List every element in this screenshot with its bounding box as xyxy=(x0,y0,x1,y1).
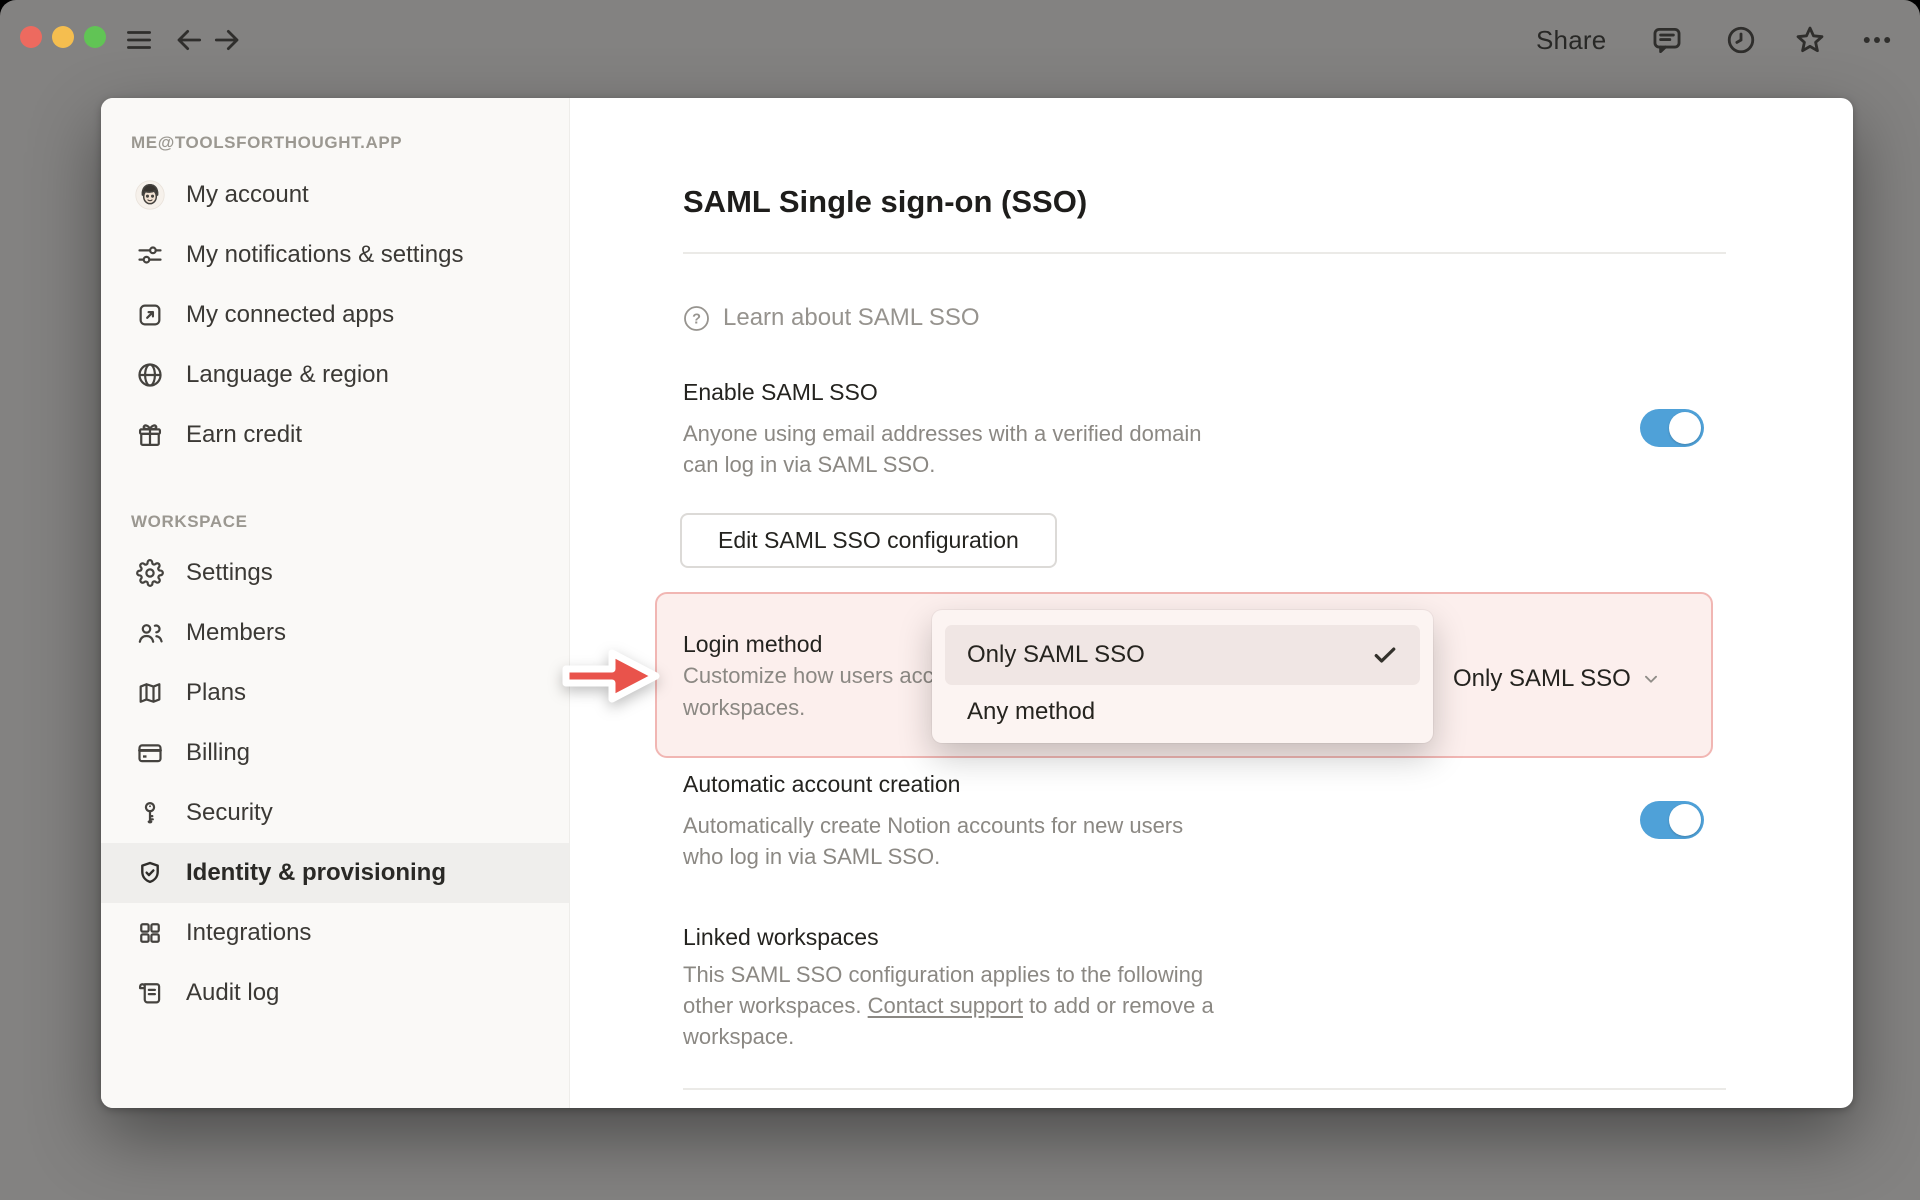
dropdown-option-any-method[interactable]: Any method xyxy=(945,686,1420,738)
sidebar-item-label: My account xyxy=(186,181,309,208)
sidebar-item-label: Billing xyxy=(186,739,251,766)
sliders-icon xyxy=(135,240,165,270)
check-icon xyxy=(1374,647,1396,663)
bottom-divider xyxy=(683,1088,1726,1090)
settings-window: ME@TOOLSFORTHOUGHT.APP My account My not… xyxy=(101,98,1853,1108)
auto-account-title: Automatic account creation xyxy=(683,771,961,797)
share-button[interactable]: Share xyxy=(1536,25,1606,56)
sidebar-item-label: Security xyxy=(186,799,273,826)
settings-sidebar: ME@TOOLSFORTHOUGHT.APP My account My not… xyxy=(101,98,570,1108)
login-method-select[interactable]: Only SAML SSO xyxy=(1453,664,1662,694)
sidebar-item-my-account[interactable]: My account xyxy=(101,165,569,225)
annotation-arrow-icon xyxy=(559,642,663,715)
desktop-background: Share ME@TOOLSFORTHOUGHT.APP My account xyxy=(0,0,1920,1200)
gift-icon xyxy=(135,420,165,450)
hamburger-menu-icon[interactable] xyxy=(122,23,156,57)
chevron-down-icon xyxy=(1644,675,1657,683)
sidebar-item-settings[interactable]: Settings xyxy=(101,543,569,603)
sidebar-item-label: Language & region xyxy=(186,361,389,388)
option-label: Only SAML SSO xyxy=(967,641,1145,668)
sidebar-item-label: Earn credit xyxy=(186,421,303,448)
comments-icon[interactable] xyxy=(1650,23,1684,57)
account-email-header: ME@TOOLSFORTHOUGHT.APP xyxy=(131,133,403,152)
login-method-dropdown-menu: Only SAML SSO Any method xyxy=(932,610,1433,743)
learn-link-label: Learn about SAML SSO xyxy=(723,304,980,331)
page-title: SAML Single sign-on (SSO) xyxy=(683,184,1088,219)
enable-sso-title: Enable SAML SSO xyxy=(683,379,878,405)
sidebar-item-notifications-settings[interactable]: My notifications & settings xyxy=(101,225,569,285)
learn-about-saml-link[interactable]: ? Learn about SAML SSO xyxy=(683,302,980,334)
forward-arrow-icon[interactable] xyxy=(210,23,244,57)
sidebar-item-members[interactable]: Members xyxy=(101,603,569,663)
grid-icon xyxy=(135,918,165,948)
login-method-title: Login method xyxy=(683,631,823,657)
sidebar-item-label: Identity & provisioning xyxy=(186,859,447,886)
map-icon xyxy=(135,678,165,708)
close-window-button[interactable] xyxy=(20,26,42,48)
auto-account-description: Automatically create Notion accounts for… xyxy=(683,813,1184,869)
linked-workspaces-description: This SAML SSO configuration applies to t… xyxy=(683,959,1243,1052)
sidebar-item-audit-log[interactable]: Audit log xyxy=(101,963,569,1023)
sidebar-item-label: My connected apps xyxy=(186,301,395,328)
globe-icon xyxy=(135,360,165,390)
key-icon xyxy=(135,798,165,828)
login-method-selected-value: Only SAML SSO xyxy=(1453,665,1631,692)
minimize-window-button[interactable] xyxy=(52,26,74,48)
sidebar-item-connected-apps[interactable]: My connected apps xyxy=(101,285,569,345)
edit-saml-config-button[interactable]: Edit SAML SSO configuration xyxy=(680,513,1057,568)
members-icon xyxy=(135,618,165,648)
sidebar-item-label: Audit log xyxy=(186,979,280,1006)
sidebar-item-label: Settings xyxy=(186,559,273,586)
sidebar-item-plans[interactable]: Plans xyxy=(101,663,569,723)
toggle-knob xyxy=(1669,804,1701,836)
auto-account-toggle[interactable] xyxy=(1640,801,1704,839)
credit-card-icon xyxy=(135,738,165,768)
sidebar-item-label: Integrations xyxy=(186,919,312,946)
enable-sso-description: Anyone using email addresses with a veri… xyxy=(683,421,1202,477)
sidebar-item-billing[interactable]: Billing xyxy=(101,723,569,783)
history-clock-icon[interactable] xyxy=(1724,23,1758,57)
title-divider xyxy=(683,252,1726,254)
sidebar-item-earn-credit[interactable]: Earn credit xyxy=(101,405,569,465)
sidebar-item-integrations[interactable]: Integrations xyxy=(101,903,569,963)
svg-text:?: ? xyxy=(692,311,701,327)
favorite-star-icon[interactable] xyxy=(1793,23,1827,57)
sidebar-item-identity-provisioning[interactable]: Identity & provisioning xyxy=(101,843,569,903)
linked-workspaces-title: Linked workspaces xyxy=(683,924,879,950)
enable-sso-toggle[interactable] xyxy=(1640,409,1704,447)
sidebar-item-language-region[interactable]: Language & region xyxy=(101,345,569,405)
help-circle-icon: ? xyxy=(683,305,710,332)
sidebar-item-label: My notifications & settings xyxy=(186,241,464,268)
gear-icon xyxy=(135,558,165,588)
avatar xyxy=(135,180,165,210)
toggle-knob xyxy=(1669,412,1701,444)
more-options-icon[interactable] xyxy=(1860,23,1894,57)
sidebar-item-security[interactable]: Security xyxy=(101,783,569,843)
workspace-section-header: WORKSPACE xyxy=(131,512,248,531)
option-label: Any method xyxy=(967,698,1096,725)
shield-check-icon xyxy=(135,858,165,888)
back-arrow-icon[interactable] xyxy=(172,23,206,57)
external-link-icon xyxy=(135,300,165,330)
sidebar-item-label: Plans xyxy=(186,679,247,706)
contact-support-link[interactable]: Contact support xyxy=(868,993,1023,1018)
scroll-icon xyxy=(135,978,165,1008)
zoom-window-button[interactable] xyxy=(84,26,106,48)
account-section: My account My notifications & settings M… xyxy=(101,165,569,1023)
dropdown-option-only-saml-sso[interactable]: Only SAML SSO xyxy=(945,625,1420,685)
sidebar-item-label: Members xyxy=(186,619,287,646)
